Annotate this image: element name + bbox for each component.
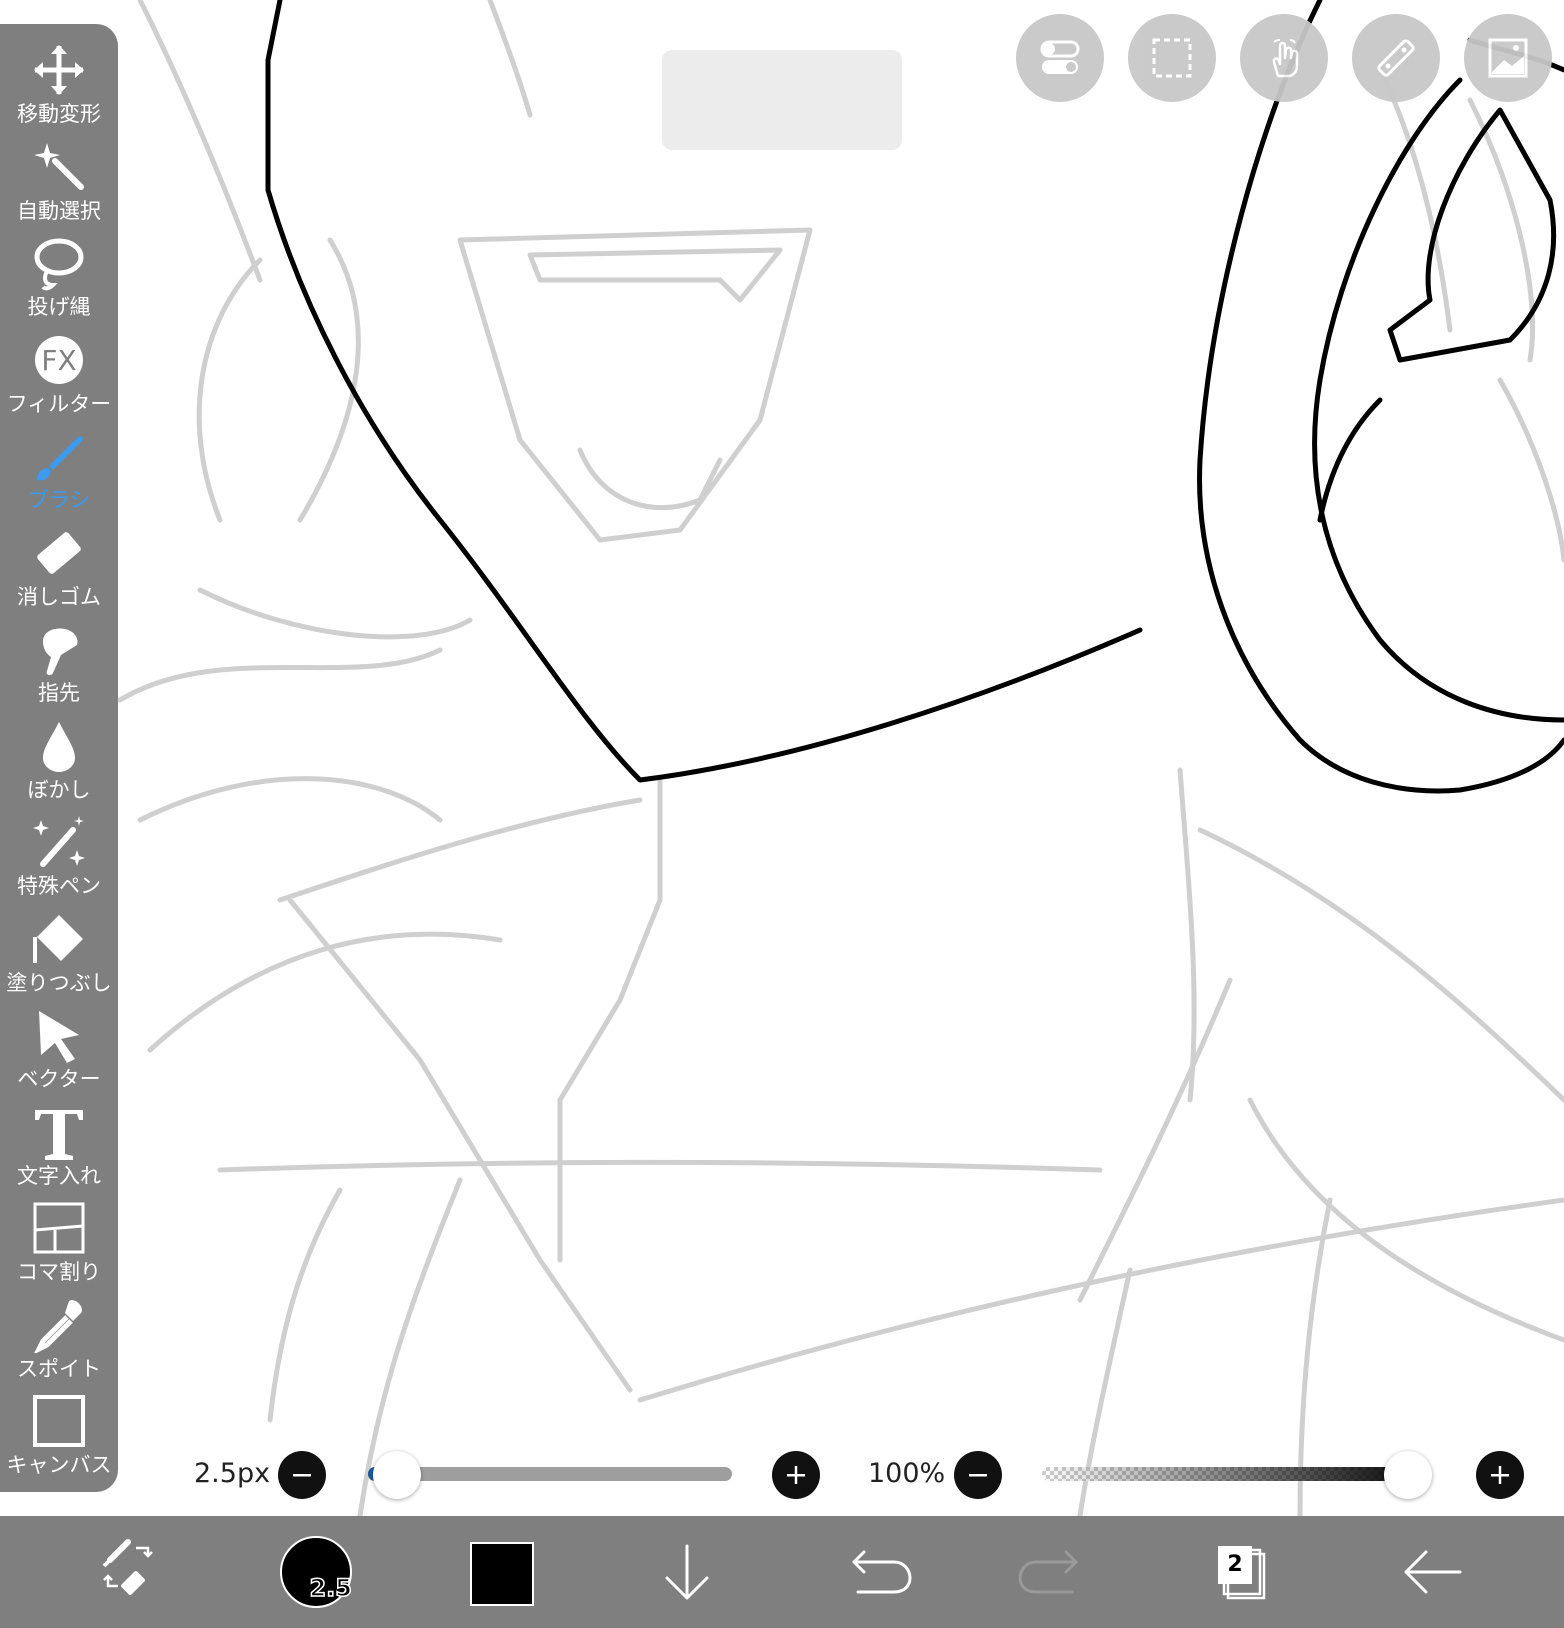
opacity-increase-button[interactable] [1476,1451,1524,1499]
canvas-info-placeholder [662,50,902,150]
opacity-decrease-button[interactable] [954,1451,1002,1499]
drop-icon [29,718,89,774]
tool-canvas[interactable]: キャンバス [0,1389,118,1485]
tool-palette: 移動変形自動選択投げ縄 FX フィルターブラシ消しゴム指先ぼかし特殊ペン塗りつぶしベ… [0,24,118,1492]
drawing-canvas[interactable] [0,0,1564,1516]
color-swatch-button[interactable] [470,1542,534,1606]
undo-icon [852,1550,912,1594]
fx-icon: FX [29,332,89,388]
tool-label: フィルター [6,391,112,416]
eraser-icon [29,525,89,581]
download-button[interactable] [632,1516,742,1628]
tool-label: 投げ縄 [27,295,91,319]
tool-blur[interactable]: ぼかし [0,714,118,810]
tool-label: コマ割り [17,1260,101,1284]
opacity-slider[interactable] [1042,1467,1430,1481]
tool-filter[interactable]: FX フィルター [0,328,118,424]
toggle-button[interactable] [1016,14,1104,102]
tool-label: 塗りつぶし [6,970,112,995]
selection-button[interactable] [1128,14,1216,102]
tool-fill[interactable]: 塗りつぶし [0,907,118,1003]
tool-brush[interactable]: ブラシ [0,424,118,520]
tool-label: ベクター [17,1067,101,1091]
minus-icon [969,1474,987,1477]
tool-label: 消しゴム [17,584,101,609]
redo-icon [1018,1550,1078,1594]
tool-eraser[interactable]: 消しゴム [0,521,118,617]
pen-eraser-swap-icon [102,1539,153,1595]
brush-icon [29,428,89,484]
back-button[interactable] [1376,1516,1486,1628]
redo-button[interactable] [1002,1516,1112,1628]
tool-label: ブラシ [27,488,91,512]
sketch-artwork [117,0,1564,1516]
brush-size-slider-handle[interactable] [372,1451,421,1499]
brush-size-label: 2.5px [194,1458,271,1489]
plus-icon [787,1466,805,1484]
tool-smudge[interactable]: 指先 [0,617,118,713]
tool-label: スポイト [17,1356,101,1381]
tool-magic-wand[interactable]: 自動選択 [0,135,118,231]
tool-eyedropper[interactable]: スポイト [0,1293,118,1389]
move-arrows-icon [29,42,89,98]
tool-label: キャンバス [6,1453,112,1477]
swap-pen-eraser-button[interactable] [74,1516,184,1628]
arrow-down-icon [665,1544,709,1600]
brush-size-value: 2.5 [309,1573,353,1603]
magic-wand-icon [29,139,89,195]
image-layer-button[interactable] [1464,14,1552,102]
toggle-icon [1040,40,1080,74]
cursor-arrow-icon [29,1007,89,1063]
brush-size-decrease-button[interactable] [278,1451,326,1499]
bottom-toolbar: 2.5 2 [0,1516,1564,1628]
tool-label: ぼかし [27,777,91,802]
tool-label: 文字入れ [17,1163,101,1188]
minus-icon [293,1474,311,1477]
tool-special-pen[interactable]: 特殊ペン [0,810,118,906]
layer-count: 2 [1218,1546,1252,1584]
brush-preview-button[interactable]: 2.5 [280,1536,353,1608]
ruler-icon [1377,39,1415,77]
opacity-slider-handle[interactable] [1384,1451,1432,1499]
selection-rect-icon [1152,38,1192,78]
arrow-left-icon [1404,1550,1462,1594]
tool-label: 自動選択 [17,198,101,223]
tool-lasso[interactable]: 投げ縄 [0,231,118,327]
eyedropper-icon [29,1297,89,1355]
tool-text[interactable]: 文字入れ [0,1100,118,1196]
plus-icon [1491,1466,1509,1484]
tool-label: 移動変形 [17,102,101,126]
tool-label: 指先 [38,681,80,705]
finger-icon [29,621,89,677]
brush-size-increase-button[interactable] [772,1451,820,1499]
sparkle-pen-icon [29,814,89,870]
touch-button[interactable] [1240,14,1328,102]
tool-label: 特殊ペン [17,874,101,898]
touch-hand-icon [1272,39,1299,78]
layers-button[interactable]: 2 [1188,1516,1298,1628]
lasso-icon [29,235,89,291]
ruler-button[interactable] [1352,14,1440,102]
tool-frame-divider[interactable]: コマ割り [0,1196,118,1292]
panel-divider-icon [29,1200,89,1256]
svg-text:FX: FX [41,344,76,377]
tool-move[interactable]: 移動変形 [0,38,118,134]
tool-vector[interactable]: ベクター [0,1003,118,1099]
paint-bucket-icon [29,911,89,967]
text-t-icon [29,1104,89,1160]
image-layer-icon [1488,38,1528,78]
brush-size-slider[interactable] [368,1467,732,1481]
canvas-square-icon [29,1393,89,1449]
opacity-label: 100% [868,1458,946,1489]
undo-button[interactable] [818,1516,928,1628]
